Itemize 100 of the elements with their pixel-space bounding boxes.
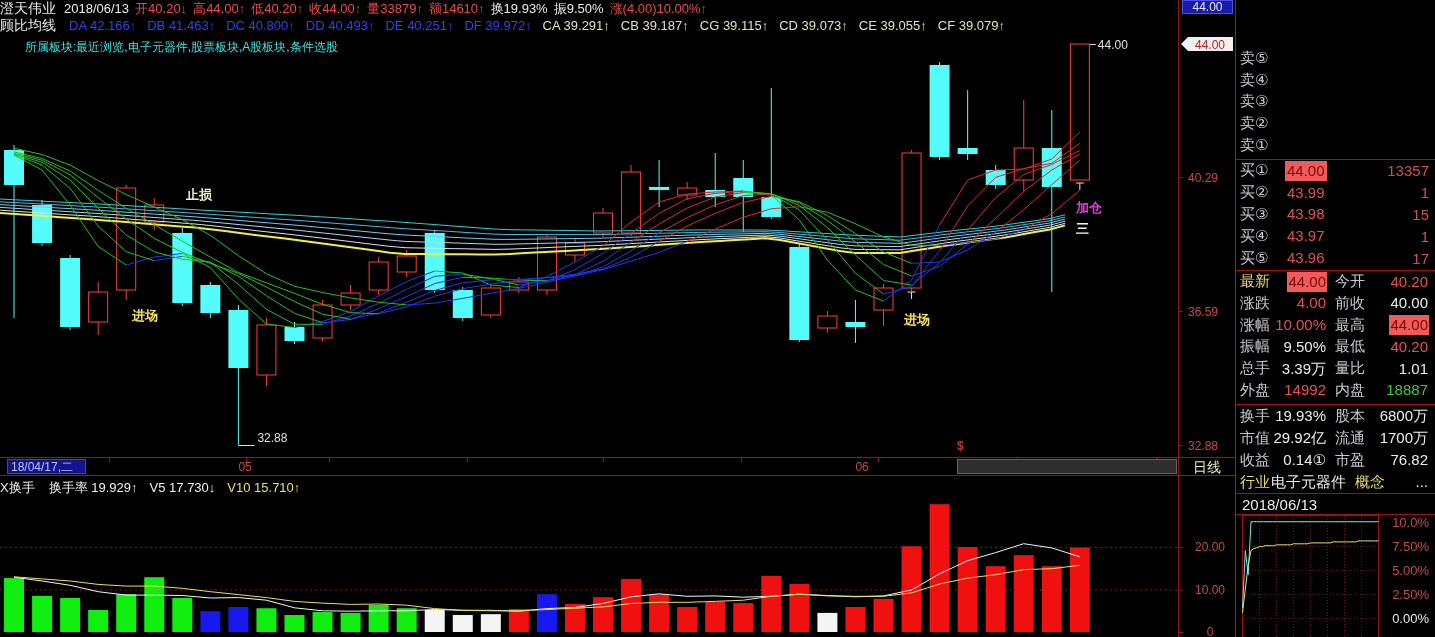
candlestick — [284, 321, 305, 345]
quote-label: 今开 — [1335, 272, 1365, 292]
period-tab[interactable]: 日线 — [1193, 458, 1221, 475]
t-marker-icon — [1075, 182, 1085, 191]
leader-line — [1089, 44, 1097, 45]
indicator-value: DA 42.166↑ — [69, 18, 137, 33]
bid-volume: 15 — [1412, 205, 1429, 223]
scrollbar-thumb[interactable] — [957, 459, 1177, 474]
quote-label: 振幅 — [1240, 337, 1270, 357]
candlestick — [396, 249, 417, 278]
indicator-value: CD 39.073↑ — [779, 18, 848, 33]
indicator-value: CA 39.291↑ — [542, 18, 610, 33]
quote-field: 换19.93% — [490, 0, 548, 18]
indicator-value: CF 39.079↑ — [937, 18, 1005, 33]
candlestick — [88, 281, 109, 336]
axis-label: 5.00% — [1392, 562, 1429, 578]
quote-field: 涨(4.00)10.00%↑ — [609, 0, 708, 18]
bid-volume: 13357 — [1387, 162, 1429, 180]
indicator-value: DE 40.251↑ — [385, 18, 454, 33]
quote-field: 开40.20↓ — [135, 0, 188, 18]
axis-label: 0 — [1206, 625, 1214, 637]
quote-value: 40.00 — [1389, 293, 1429, 314]
quote-value: 40.20 — [1389, 336, 1429, 357]
month-label: 06 — [855, 460, 869, 474]
candlestick — [480, 283, 501, 319]
candlestick — [677, 181, 698, 201]
ask-level-label: 卖① — [1240, 135, 1270, 155]
bid-price: 44.00 — [1285, 160, 1327, 181]
candlestick — [200, 281, 221, 319]
quote-value: 10.00% — [1274, 315, 1327, 336]
quote-value: 9.50% — [1282, 336, 1327, 357]
quote-label: 换手 — [1240, 406, 1270, 426]
candlestick — [817, 310, 838, 334]
last-price-tag: 44.00 — [1181, 37, 1233, 52]
sector-list: 所属板块:最近浏览,电子元器件,股票板块,A股板块,条件选股 — [25, 39, 338, 56]
quote-value: 76.82 — [1389, 450, 1429, 471]
quote-label: 行业 — [1240, 472, 1270, 492]
quote-value: 18887 — [1385, 380, 1429, 401]
quote-label: 涨幅 — [1240, 315, 1270, 335]
candlestick — [452, 286, 473, 322]
bid-level-label: 买② — [1240, 183, 1270, 203]
quote-label: 外盘 — [1240, 380, 1270, 400]
quote-value: 0.14① — [1282, 450, 1327, 471]
ask-level-label: 卖③ — [1240, 92, 1270, 112]
chart-annotation: 三 — [1075, 221, 1089, 236]
candlestick — [705, 152, 726, 208]
bid-level-label: 买① — [1240, 161, 1270, 181]
indicator-value: 换手率 19.929↑ — [48, 478, 138, 497]
bid-price: 43.99 — [1286, 182, 1326, 203]
quote-field: 低40.20↑ — [251, 0, 304, 18]
candlestick — [593, 207, 613, 238]
indicator-name: 顾比均线 — [0, 16, 56, 35]
bid-level-label: 买⑤ — [1240, 248, 1270, 268]
quote-value: 29.92亿 — [1272, 428, 1327, 449]
candlestick — [957, 89, 978, 161]
cursor-date-label: 18/04/17,二 — [7, 459, 86, 474]
quote-value: 3.39万 — [1280, 358, 1327, 379]
chart-annotation: 进场 — [903, 312, 930, 327]
quote-value: 6800万 — [1378, 406, 1429, 427]
indicator-value: V5 17.730↓ — [149, 480, 216, 495]
price-axis-label: 40.29 — [1188, 170, 1219, 185]
quote-label: 量比 — [1335, 359, 1365, 379]
bid-volume: 17 — [1412, 249, 1429, 267]
quote-label: 最新 — [1240, 272, 1270, 292]
quote-value: ... — [1414, 472, 1429, 493]
axis-label: 2.50% — [1392, 586, 1429, 602]
indicator-value: CB 39.187↑ — [620, 18, 689, 33]
month-label: 05 — [238, 460, 252, 474]
candlestick — [649, 159, 670, 208]
axis-label: 7.50% — [1392, 538, 1429, 554]
ask-level-label: 卖② — [1240, 114, 1270, 134]
quote-label: 市盈 — [1335, 450, 1365, 470]
intraday-date: 2018/06/13 — [1242, 495, 1318, 513]
quote-date: 2018/06/13 — [64, 1, 130, 16]
quote-value: 1.01 — [1397, 358, 1429, 379]
candlestick — [536, 233, 557, 296]
leader-line — [237, 445, 255, 446]
quote-label: 流通 — [1335, 428, 1365, 448]
quote-label: 内盘 — [1335, 380, 1365, 400]
quote-field: 量33879↑ — [367, 0, 423, 18]
quote-value: 14992 — [1283, 380, 1327, 401]
indicator-value: CE 39.055↑ — [858, 18, 927, 33]
candlestick — [312, 299, 333, 342]
quote-field: 振9.50% — [553, 0, 604, 18]
ask-level-label: 卖④ — [1240, 70, 1270, 90]
indicator-value: DB 41.463↑ — [147, 18, 216, 33]
bid-level-label: 买④ — [1240, 226, 1270, 246]
axis-label: 20.00 — [1195, 540, 1225, 555]
axis-label: 10.00 — [1195, 582, 1225, 597]
quote-value: 4.00 — [1295, 293, 1327, 314]
stock-name: 澄天伟业 — [0, 0, 56, 18]
quote-label: 前收 — [1335, 294, 1365, 313]
quote-label: 收益 — [1240, 450, 1270, 470]
indicator-value: DF 39.972↑ — [464, 18, 532, 33]
quote-value: 1700万 — [1378, 428, 1429, 449]
indicator-value: V10 15.710↑ — [227, 480, 301, 495]
bid-price: 43.97 — [1286, 226, 1326, 247]
bid-level-label: 买③ — [1240, 204, 1270, 224]
price-label: 44.00 — [1097, 38, 1128, 52]
bid-price: 43.98 — [1286, 204, 1326, 225]
